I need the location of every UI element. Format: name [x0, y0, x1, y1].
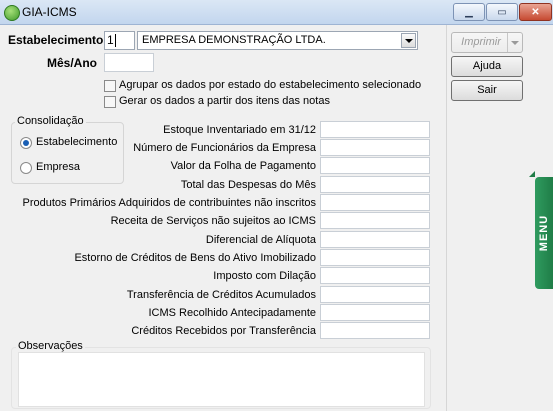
mes-ano-label: Mês/Ano [47, 56, 98, 70]
total-despesas-input[interactable] [320, 176, 430, 193]
minimize-icon: ▁ [465, 6, 473, 18]
maximize-icon: ▭ [497, 6, 507, 18]
close-button[interactable]: ✕ [519, 3, 552, 21]
imprimir-button[interactable]: Imprimir [451, 32, 523, 53]
field-label: Diferencial de Alíquota [205, 234, 316, 246]
ajuda-button[interactable]: Ajuda [451, 56, 523, 77]
valor-folha-input[interactable] [320, 157, 430, 174]
side-menu-label: MENU [538, 214, 551, 252]
minimize-button[interactable]: ▁ [453, 3, 485, 21]
field-label: Produtos Primários Adquiridos de contrib… [22, 197, 316, 209]
sair-button[interactable]: Sair [451, 80, 523, 101]
estabelecimento-combobox[interactable]: EMPRESA DEMONSTRAÇÃO LTDA. [137, 31, 418, 50]
field-label: Estorno de Créditos de Bens do Ativo Imo… [74, 252, 316, 264]
consolidacao-group [11, 122, 124, 184]
field-label: Total das Despesas do Mês [180, 179, 316, 191]
maximize-button[interactable]: ▭ [486, 3, 518, 21]
estabelecimento-code-input[interactable]: 1 [104, 31, 135, 50]
chevron-down-icon[interactable] [507, 33, 522, 52]
consolidacao-title: Consolidação [15, 115, 86, 127]
observacoes-title: Observações [16, 340, 85, 352]
side-menu-tab[interactable]: MENU [529, 171, 553, 289]
numero-funcionarios-input[interactable] [320, 139, 430, 156]
mes-ano-input[interactable] [104, 53, 154, 72]
field-label: ICMS Recolhido Antecipadamente [148, 307, 316, 319]
field-label: Imposto com Dilação [213, 270, 316, 282]
sair-label: Sair [477, 84, 497, 96]
chevron-down-icon[interactable] [401, 33, 416, 48]
radio-estabelecimento-label: Estabelecimento [36, 136, 118, 148]
receita-servicos-input[interactable] [320, 212, 430, 229]
field-label: Transferência de Créditos Acumulados [126, 289, 316, 301]
agrupar-label: Agrupar os dados por estado do estabelec… [119, 79, 422, 91]
radio-empresa-label: Empresa [36, 161, 81, 173]
creditos-recebidos-input[interactable] [320, 322, 430, 339]
divider [446, 25, 447, 411]
diferencial-aliquota-input[interactable] [320, 231, 430, 248]
ajuda-label: Ajuda [472, 60, 502, 72]
agrupar-checkbox[interactable] [104, 80, 116, 92]
imposto-dilacao-input[interactable] [320, 267, 430, 284]
radio-estabelecimento[interactable] [20, 137, 32, 149]
estabelecimento-code-value: 1 [107, 33, 114, 47]
field-label: Estoque Inventariado em 31/12 [163, 124, 316, 136]
close-icon: ✕ [531, 6, 540, 18]
radio-empresa[interactable] [20, 162, 32, 174]
estorno-creditos-input[interactable] [320, 249, 430, 266]
produtos-primarios-input[interactable] [320, 194, 430, 211]
field-label: Número de Funcionários da Empresa [133, 142, 316, 154]
gerar-checkbox[interactable] [104, 96, 116, 108]
field-label: Créditos Recebidos por Transferência [131, 325, 316, 337]
imprimir-label: Imprimir [461, 36, 501, 48]
estabelecimento-name-value: EMPRESA DEMONSTRAÇÃO LTDA. [142, 34, 326, 46]
observacoes-textarea[interactable] [18, 352, 425, 407]
title-bar: GIA-ICMS ▁ ▭ ✕ [0, 0, 553, 25]
window-title: GIA-ICMS [22, 5, 77, 19]
field-label: Valor da Folha de Pagamento [170, 160, 316, 172]
field-label: Receita de Serviços não sujeitos ao ICMS [110, 215, 316, 227]
estabelecimento-label: Estabelecimento [8, 33, 104, 47]
dialog-body: Estabelecimento 1 EMPRESA DEMONSTRAÇÃO L… [0, 25, 553, 411]
icms-recolhido-input[interactable] [320, 304, 430, 321]
app-icon [4, 5, 20, 21]
gerar-label: Gerar os dados a partir dos itens das no… [119, 95, 330, 107]
transferencia-creditos-input[interactable] [320, 286, 430, 303]
estoque-inventariado-input[interactable] [320, 121, 430, 138]
